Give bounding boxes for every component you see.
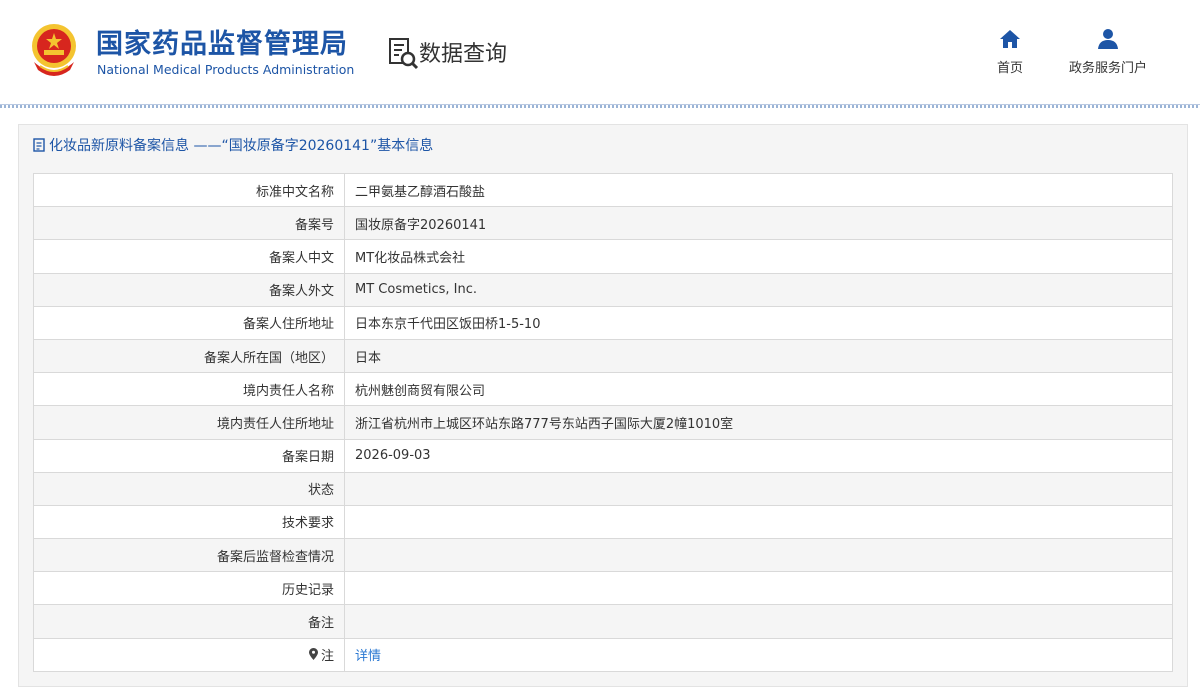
home-icon — [1000, 30, 1020, 48]
row-value: 2026-09-03 — [344, 438, 1173, 473]
row-label: 标准中文名称 — [33, 172, 345, 208]
row-value: 杭州魅创商贸有限公司 — [344, 372, 1173, 407]
note-label-cell: 注 — [33, 637, 345, 672]
table-row: 技术要求 — [33, 504, 1173, 540]
org-name-en: National Medical Products Administration — [97, 62, 355, 77]
row-value: MT化妆品株式会社 — [344, 239, 1173, 274]
row-value — [344, 604, 1173, 639]
row-value — [344, 571, 1173, 606]
nav-portal-label: 政务服务门户 — [1068, 61, 1147, 76]
note-row: 注 详情 — [33, 637, 1173, 672]
row-label: 技术要求 — [33, 504, 345, 540]
table-row: 备案日期 2026-09-03 — [33, 438, 1173, 473]
row-value: 日本 — [344, 338, 1173, 374]
table-row: 状态 — [33, 471, 1173, 506]
row-label: 备案人外文 — [33, 272, 345, 307]
row-value — [344, 471, 1173, 506]
table-row: 备案人所在国（地区） 日本 — [33, 338, 1173, 374]
row-label: 备案人住所地址 — [33, 305, 345, 340]
row-label: 境内责任人名称 — [33, 372, 345, 407]
table-row: 备案后监督检查情况 — [33, 538, 1173, 573]
row-label: 备案后监督检查情况 — [33, 538, 345, 573]
note-value-cell: 详情 — [344, 637, 1173, 672]
note-label: 注 — [308, 645, 334, 664]
nav-home-link[interactable]: 首页 — [990, 28, 1030, 76]
section-title: 数据查询 — [419, 42, 508, 67]
table-row: 境内责任人住所地址 浙江省杭州市上城区环站东路777号东站西子国际大厦2幢1010… — [33, 405, 1173, 440]
row-label: 备注 — [33, 604, 345, 639]
org-name-cn: 国家药品监督管理局 — [96, 29, 348, 60]
nav-home-label: 首页 — [996, 61, 1023, 76]
row-label: 历史记录 — [33, 571, 345, 606]
info-panel: 化妆品新原料备案信息 ——“国妆原备字20260141”基本信息 标准中文名称二… — [18, 124, 1188, 687]
national-emblem-icon — [32, 24, 76, 76]
note-label-text: 注 — [320, 648, 334, 664]
row-value: 浙江省杭州市上城区环站东路777号东站西子国际大厦2幢1010室 — [344, 405, 1173, 440]
info-table-body: 标准中文名称 二甲氨基乙醇酒石酸盐 备案号 国妆原备字20260141 备案人中文 M… — [33, 172, 1173, 672]
nav-portal-link[interactable]: 政务服务门户 — [1060, 28, 1156, 76]
panel-title-text: 化妆品新原料备案信息 ——“国妆原备字20260141”基本信息 — [49, 138, 434, 154]
row-label: 境内责任人住所地址 — [33, 405, 345, 440]
details-link[interactable]: 详情 — [355, 649, 381, 664]
table-row: 标准中文名称 二甲氨基乙醇酒石酸盐 — [33, 172, 1173, 208]
row-label: 备案人所在国（地区） — [33, 338, 345, 374]
header-divider — [0, 104, 1200, 108]
table-row: 备案人住所地址 日本东京千代田区饭田桥1-5-10 — [33, 305, 1173, 340]
table-row: 备案人中文 MT化妆品株式会社 — [33, 239, 1173, 274]
row-value — [344, 538, 1173, 573]
user-icon — [1098, 29, 1118, 49]
site-header: 国家药品监督管理局 National Medical Products Admi… — [0, 0, 1200, 104]
row-value — [344, 504, 1173, 540]
panel-title: 化妆品新原料备案信息 ——“国妆原备字20260141”基本信息 — [33, 135, 433, 155]
pin-icon — [308, 648, 318, 661]
row-label: 备案号 — [33, 206, 345, 241]
table-row: 备案人外文 MT Cosmetics, Inc. — [33, 272, 1173, 307]
row-label: 备案人中文 — [33, 239, 345, 274]
document-icon — [33, 138, 45, 152]
row-value: 日本东京千代田区饭田桥1-5-10 — [344, 305, 1173, 340]
table-row: 备案号 国妆原备字20260141 — [33, 206, 1173, 241]
data-query-icon — [389, 38, 419, 70]
table-row: 历史记录 — [33, 571, 1173, 606]
row-value: 国妆原备字20260141 — [344, 206, 1173, 241]
table-row: 境内责任人名称 杭州魅创商贸有限公司 — [33, 372, 1173, 407]
info-table: 标准中文名称 二甲氨基乙醇酒石酸盐 备案号 国妆原备字20260141 备案人中文 M… — [33, 172, 1173, 672]
row-label: 备案日期 — [33, 438, 345, 473]
table-row: 备注 — [33, 604, 1173, 639]
row-value: MT Cosmetics, Inc. — [344, 272, 1173, 307]
row-value: 二甲氨基乙醇酒石酸盐 — [344, 172, 1173, 208]
row-label: 状态 — [33, 471, 345, 506]
